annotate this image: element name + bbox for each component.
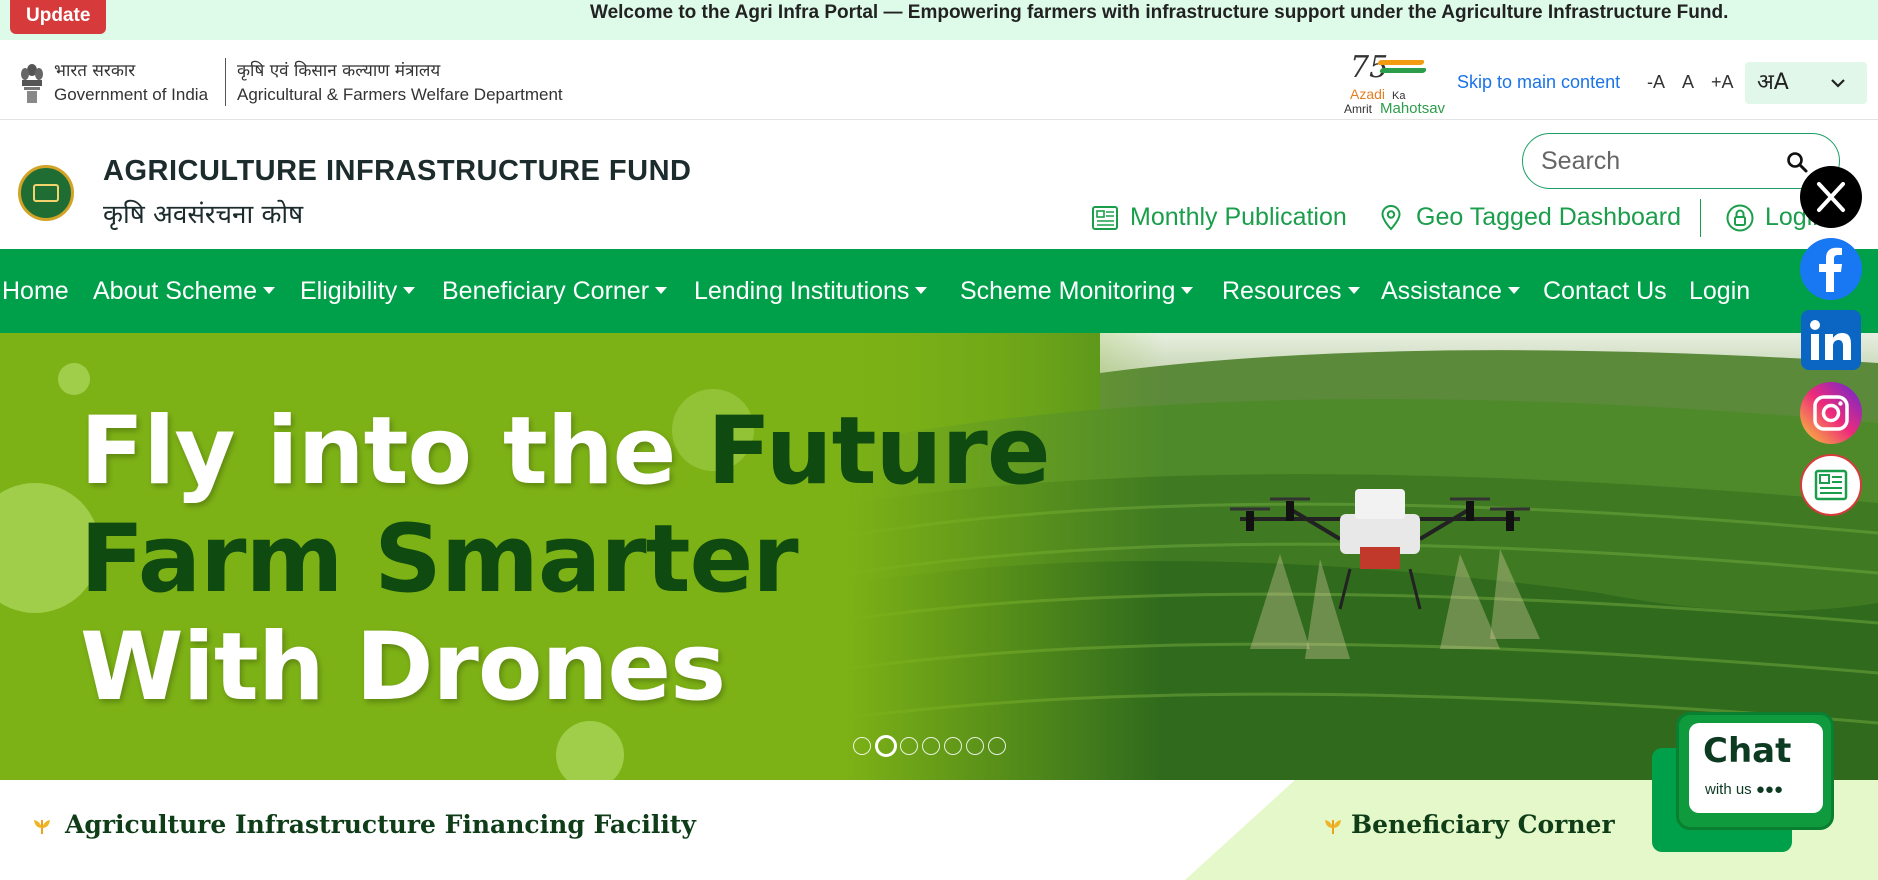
beneficiary-corner-heading: Beneficiary Corner bbox=[1351, 810, 1615, 839]
linkedin-icon bbox=[1810, 320, 1851, 360]
nav-item-eligibility[interactable]: Eligibility bbox=[300, 277, 416, 306]
skip-to-main-content-link[interactable]: Skip to main content bbox=[1457, 72, 1620, 93]
nav-item-beneficiary-corner[interactable]: Beneficiary Corner bbox=[442, 277, 668, 306]
sprout-icon bbox=[34, 820, 50, 835]
content-section: Agriculture Infrastructure Financing Fac… bbox=[0, 780, 1878, 880]
nav-item-home[interactable]: Home bbox=[2, 277, 69, 306]
dept-hindi: कृषि एवं किसान कल्याण मंत्रालय bbox=[237, 61, 441, 81]
national-emblem-icon bbox=[21, 64, 43, 103]
carousel-dot-7[interactable] bbox=[988, 737, 1006, 755]
carousel-dot-3[interactable] bbox=[900, 737, 918, 755]
sprout-icon bbox=[1325, 820, 1341, 835]
hero-headline-line-2: Farm Smarter bbox=[80, 505, 799, 614]
nav-item-login[interactable]: Login bbox=[1689, 277, 1750, 306]
hero-headline-line-1: Fly into the Future bbox=[80, 397, 1051, 506]
hero-headline-line-3: With Drones bbox=[80, 613, 726, 722]
search-box bbox=[1522, 133, 1840, 189]
chat-subtitle: with us ●●● bbox=[1705, 781, 1784, 798]
carousel-dot-4[interactable] bbox=[922, 737, 940, 755]
nav-item-assistance[interactable]: Assistance bbox=[1381, 277, 1520, 306]
government-of-india-label: भारत सरकार Government of India bbox=[54, 58, 208, 105]
carousel-dot-2[interactable] bbox=[875, 735, 897, 757]
caret-down-icon bbox=[263, 286, 275, 294]
caret-down-icon bbox=[1347, 286, 1360, 294]
nav-item-contact-us[interactable]: Contact Us bbox=[1543, 277, 1667, 306]
update-button[interactable]: Update bbox=[10, 0, 107, 34]
linkedin-link[interactable] bbox=[1801, 310, 1861, 370]
caret-down-icon bbox=[915, 286, 928, 294]
caret-down-icon bbox=[1181, 286, 1194, 294]
geo-tagged-dashboard-link[interactable]: Geo Tagged Dashboard bbox=[1416, 203, 1681, 232]
department-label: कृषि एवं किसान कल्याण मंत्रालय Agricultu… bbox=[237, 58, 563, 105]
chat-title: Chat bbox=[1703, 731, 1792, 771]
chat-widget-button[interactable]: Chat with us ●●● bbox=[1652, 712, 1838, 852]
quick-link-divider bbox=[1700, 199, 1701, 237]
main-navigation: Home About Scheme Eligibility Beneficiar… bbox=[0, 249, 1878, 333]
caret-down-icon bbox=[403, 286, 416, 294]
dept-english: Agricultural & Farmers Welfare Departmen… bbox=[237, 85, 563, 104]
gov-hindi: भारत सरकार bbox=[54, 61, 136, 81]
financing-facility-heading: Agriculture Infrastructure Financing Fac… bbox=[65, 810, 696, 839]
x-icon bbox=[1817, 182, 1845, 212]
site-subtitle-hindi: कृषि अवसंरचना कोष bbox=[103, 200, 304, 230]
lock-icon bbox=[1726, 204, 1754, 232]
site-title: AGRICULTURE INFRASTRUCTURE FUND bbox=[103, 155, 692, 187]
azadi-ka-amrit-mahotsav-logo: 75 Azadi Ka Amrit Mahotsav bbox=[1344, 50, 1446, 117]
announcement-ticker: Update Welcome to the Agri Infra Portal … bbox=[0, 0, 1878, 40]
nav-item-lending-institutions[interactable]: Lending Institutions bbox=[694, 277, 928, 306]
newsletter-link[interactable] bbox=[1800, 454, 1862, 516]
carousel-dot-5[interactable] bbox=[944, 737, 962, 755]
carousel-dot-1[interactable] bbox=[853, 737, 871, 755]
search-input[interactable] bbox=[1541, 144, 1771, 178]
instagram-icon bbox=[1813, 395, 1849, 431]
language-selector[interactable]: अA bbox=[1745, 62, 1867, 104]
nav-item-scheme-monitoring[interactable]: Scheme Monitoring bbox=[960, 277, 1194, 306]
font-decrease-button[interactable]: -A bbox=[1647, 72, 1665, 93]
header-divider bbox=[225, 58, 226, 106]
facebook-icon bbox=[1819, 247, 1842, 292]
gov-english: Government of India bbox=[54, 85, 209, 104]
map-pin-icon bbox=[1381, 204, 1401, 231]
facebook-link[interactable] bbox=[1800, 238, 1862, 300]
font-increase-button[interactable]: +A bbox=[1711, 72, 1734, 93]
font-normal-button[interactable]: A bbox=[1682, 72, 1694, 93]
hero-carousel: Fly into the Future Farm Smarter With Dr… bbox=[0, 333, 1878, 780]
caret-down-icon bbox=[1507, 286, 1520, 294]
aif-logo-icon bbox=[18, 165, 74, 221]
newspaper-icon bbox=[1092, 206, 1118, 230]
instagram-link[interactable] bbox=[1800, 382, 1862, 444]
drone-image bbox=[1230, 489, 1540, 659]
language-icon: अA bbox=[1757, 70, 1789, 95]
monthly-publication-link[interactable]: Monthly Publication bbox=[1130, 203, 1347, 232]
newspaper-icon bbox=[1814, 469, 1848, 501]
ticker-message: Welcome to the Agri Infra Portal — Empow… bbox=[590, 2, 1729, 23]
brand-header: AGRICULTURE INFRASTRUCTURE FUND कृषि अवस… bbox=[0, 121, 1878, 249]
caret-down-icon bbox=[655, 286, 668, 294]
carousel-dot-6[interactable] bbox=[966, 737, 984, 755]
government-header: भारत सरकार Government of India कृषि एवं … bbox=[0, 40, 1878, 120]
x-twitter-link[interactable] bbox=[1800, 166, 1862, 228]
nav-item-about-scheme[interactable]: About Scheme bbox=[93, 277, 275, 306]
chevron-down-icon bbox=[1831, 79, 1845, 88]
nav-item-resources[interactable]: Resources bbox=[1222, 277, 1360, 306]
